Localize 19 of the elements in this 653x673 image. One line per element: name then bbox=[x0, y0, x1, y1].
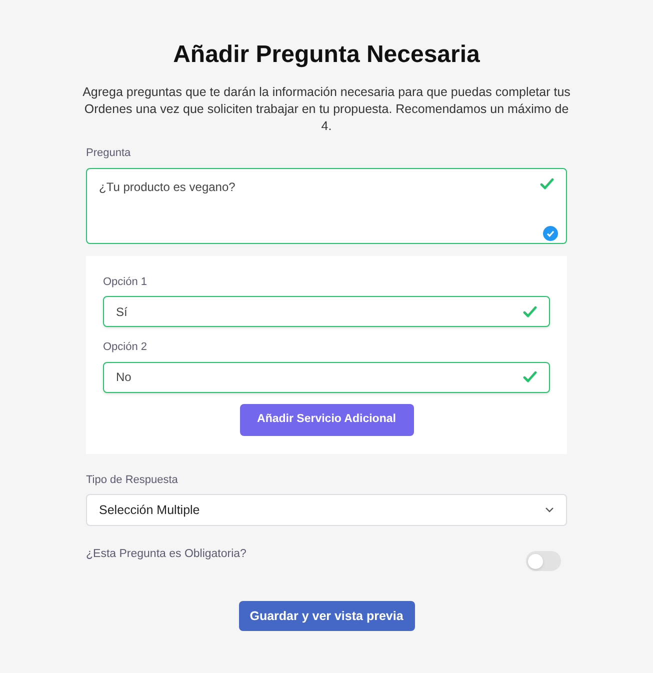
required-label: ¿Esta Pregunta es Obligatoria? bbox=[86, 547, 246, 562]
required-toggle[interactable] bbox=[526, 551, 561, 571]
check-icon bbox=[523, 371, 537, 383]
page-title: Añadir Pregunta Necesaria bbox=[173, 40, 480, 70]
field-label: Pregunta bbox=[86, 146, 132, 161]
check-badge-icon bbox=[543, 226, 558, 240]
question-field[interactable]: ¿Tu producto es vegano? bbox=[86, 168, 567, 244]
option-field[interactable]: Sí bbox=[103, 296, 550, 327]
check-icon bbox=[523, 306, 537, 318]
check-icon bbox=[540, 178, 554, 190]
field-label: Opción 2 bbox=[103, 340, 148, 355]
save-preview-button[interactable]: Guardar y ver vista previa bbox=[238, 601, 414, 631]
description: Agrega preguntas que te darán la información necesaria para que puedas completar tus Ordenes una vez que soliciten trabajar en tu propuesta. Recomendamos un máximo de 4. bbox=[82, 84, 572, 135]
add-service-button[interactable]: Añadir Servicio Adicional bbox=[240, 404, 414, 436]
answer-type-select[interactable]: Selección Multiple bbox=[86, 494, 567, 526]
chevron-down-icon bbox=[545, 507, 554, 513]
option-field[interactable]: No bbox=[103, 362, 550, 392]
field-label: Opción 1 bbox=[103, 274, 148, 290]
field-label: Tipo de Respuesta bbox=[86, 472, 179, 488]
